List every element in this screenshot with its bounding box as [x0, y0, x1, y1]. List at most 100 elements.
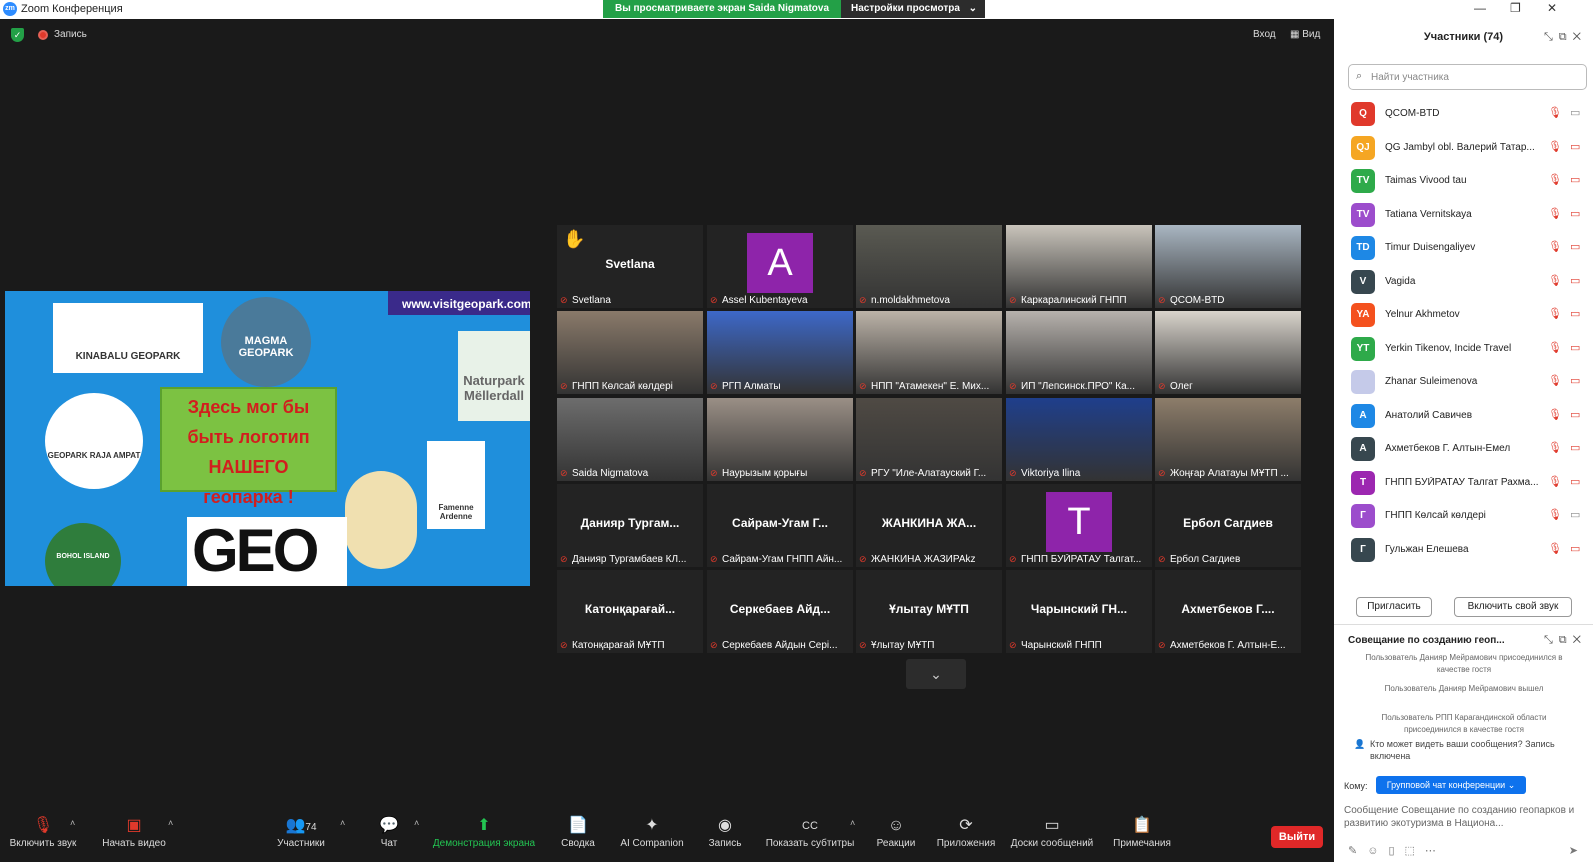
pop-out-icon[interactable]: ⧉: [1559, 634, 1573, 646]
video-off-icon[interactable]: ▭: [1570, 475, 1580, 488]
mic-muted-icon[interactable]: 🎙: [1548, 508, 1562, 521]
video-tile[interactable]: ⊘ QCOM-BTD: [1155, 225, 1301, 308]
participant-row[interactable]: Q QCOM-BTD 🎙 ▭: [1334, 97, 1593, 131]
video-tile[interactable]: ⊘ НПП "Атамекен" Е. Мих...: [856, 311, 1002, 394]
restore-button[interactable]: ❐: [1510, 1, 1521, 15]
close-icon[interactable]: ✕: [1573, 634, 1587, 646]
participant-row[interactable]: Т ГНПП БУЙРАТАУ Талгат Рахма... 🎙 ▭: [1334, 466, 1593, 500]
participant-row[interactable]: TV Tatiana Vernitskaya 🎙 ▭: [1334, 198, 1593, 232]
view-button[interactable]: ▦ Вид: [1290, 29, 1320, 40]
mic-muted-icon[interactable]: 🎙: [1548, 173, 1562, 186]
video-tile[interactable]: Чарынский ГН... ⊘ Чарынский ГНПП: [1006, 570, 1152, 653]
leave-button[interactable]: Выйти: [1271, 826, 1323, 848]
participant-row[interactable]: TD Timur Duisengaliyev 🎙 ▭: [1334, 231, 1593, 265]
participant-row[interactable]: QJ QG Jambyl obl. Валерий Татар... 🎙 ▭: [1334, 131, 1593, 165]
video-tile[interactable]: Ербол Сагдиев ⊘ Ербол Сагдиев: [1155, 484, 1301, 567]
participant-row[interactable]: А Ахметбеков Г. Алтын-Емел 🎙 ▭: [1334, 432, 1593, 466]
video-tile[interactable]: Сайрам-Угам Г... ⊘ Сайрам-Угам ГНПП Айн...: [707, 484, 853, 567]
audio-options-caret-icon[interactable]: ˄: [70, 818, 75, 828]
video-tile[interactable]: ⊘ ГНПП Көлсай көлдері: [557, 311, 703, 394]
participant-row[interactable]: V Vagida 🎙 ▭: [1334, 265, 1593, 299]
unmute-self-button[interactable]: Включить свой звук: [1454, 597, 1572, 617]
video-off-icon[interactable]: ▭: [1570, 173, 1580, 186]
whiteboards-button[interactable]: ▭ Доски сообщений: [1008, 810, 1096, 862]
mic-muted-icon[interactable]: 🎙: [1548, 475, 1562, 488]
send-icon[interactable]: ➤: [1569, 844, 1588, 857]
apps-button[interactable]: ⟳ Приложения: [934, 810, 998, 862]
minimize-button[interactable]: —: [1474, 1, 1486, 15]
participant-row[interactable]: А Анатолий Савичев 🎙 ▭: [1334, 399, 1593, 433]
ai-companion-button[interactable]: ✦ AI Companion: [616, 810, 688, 862]
video-camera-icon[interactable]: ▭: [1570, 508, 1580, 521]
video-tile[interactable]: ⊘ n.moldakhmetova: [856, 225, 1002, 308]
chat-visibility-notice[interactable]: 👤 Кто может видеть ваши сообщения? Запис…: [1354, 738, 1579, 762]
captions-caret-icon[interactable]: ˄: [850, 818, 855, 828]
security-shield-icon[interactable]: ✓: [11, 28, 24, 42]
mic-muted-icon[interactable]: 🎙: [1548, 374, 1562, 387]
view-settings-button[interactable]: Настройки просмотра ⌄: [841, 0, 985, 18]
login-button[interactable]: Вход: [1253, 29, 1276, 40]
mic-muted-icon[interactable]: 🎙: [1548, 106, 1562, 119]
collapse-icon[interactable]: ⤡: [1544, 634, 1559, 646]
video-tile[interactable]: ⊘ Жоңғар Алатауы МҰТП ...: [1155, 398, 1301, 481]
format-icon[interactable]: ✎: [1348, 845, 1367, 857]
screenshot-icon[interactable]: ⬚: [1405, 845, 1425, 857]
mic-muted-icon[interactable]: 🎙: [1548, 240, 1562, 253]
video-off-icon[interactable]: ▭: [1570, 542, 1580, 555]
participant-search-input[interactable]: ⌕ Найти участника: [1348, 64, 1587, 90]
participants-caret-icon[interactable]: ˄: [340, 818, 345, 828]
mic-muted-icon[interactable]: 🎙: [1548, 408, 1562, 421]
video-tile[interactable]: Катонқарағай... ⊘ Катонқарағай МҰТП: [557, 570, 703, 653]
video-tile[interactable]: Серкебаев Айд... ⊘ Серкебаев Айдын Серi...: [707, 570, 853, 653]
close-icon[interactable]: ✕: [1573, 31, 1587, 43]
chat-recipient-select[interactable]: Групповой чат конференции ⌄: [1376, 776, 1526, 794]
participant-row[interactable]: TV Taimas Vivood tau 🎙 ▭: [1334, 164, 1593, 198]
chat-button[interactable]: 💬 Чат: [374, 810, 404, 862]
participant-row[interactable]: YA Yelnur Akhmetov 🎙 ▭: [1334, 298, 1593, 332]
video-tile[interactable]: ⊘ Олег: [1155, 311, 1301, 394]
participant-row[interactable]: YT Yerkin Tikenov, Incide Travel 🎙 ▭: [1334, 332, 1593, 366]
video-tile[interactable]: ⊘ Saida Nigmatova: [557, 398, 703, 481]
reactions-button[interactable]: ☺ Реакции: [872, 810, 920, 862]
participant-row[interactable]: Г ГНПП Көлсай көлдері 🎙 ▭: [1334, 499, 1593, 533]
video-tile[interactable]: ЖАНКИНА ЖА... ⊘ ЖАНКИНА ЖАЗИРАkz: [856, 484, 1002, 567]
mic-muted-icon[interactable]: 🎙: [1548, 341, 1562, 354]
video-off-icon[interactable]: ▭: [1570, 441, 1580, 454]
mic-muted-icon[interactable]: 🎙: [1548, 542, 1562, 555]
video-off-icon[interactable]: ▭: [1570, 374, 1580, 387]
participant-row[interactable]: Zhanar Suleimenova 🎙 ▭: [1334, 365, 1593, 399]
video-camera-icon[interactable]: ▭: [1570, 106, 1580, 119]
participant-row[interactable]: Г Гульжан Елешева 🎙 ▭: [1334, 533, 1593, 567]
video-tile[interactable]: T ⊘ ГНПП БУЙРАТАУ Талгат...: [1006, 484, 1152, 567]
summary-button[interactable]: 📄 Сводка: [556, 810, 600, 862]
shared-screen[interactable]: www.visitgeopark.com KINABALU GEOPARK MA…: [5, 291, 530, 586]
collapse-icon[interactable]: ⤡: [1544, 31, 1559, 43]
record-button[interactable]: ◉ Запись: [704, 810, 746, 862]
video-tile[interactable]: Данияр Тургам... ⊘ Данияр Тургамбаев КЛ...: [557, 484, 703, 567]
pop-out-icon[interactable]: ⧉: [1559, 31, 1573, 43]
scroll-down-button[interactable]: ⌄: [906, 659, 966, 689]
captions-button[interactable]: CC Показать субтитры: [762, 810, 858, 862]
file-icon[interactable]: ▯: [1388, 845, 1404, 857]
more-icon[interactable]: ⋯: [1425, 845, 1446, 857]
video-options-caret-icon[interactable]: ˄: [168, 818, 173, 828]
mic-muted-icon[interactable]: 🎙: [1548, 307, 1562, 320]
video-off-icon[interactable]: ▭: [1570, 307, 1580, 320]
emoji-icon[interactable]: ☺: [1367, 845, 1388, 857]
video-tile[interactable]: Ұлытау МҰТП ⊘ Ұлытау МҰТП: [856, 570, 1002, 653]
mic-muted-icon[interactable]: 🎙: [1548, 441, 1562, 454]
unmute-button[interactable]: 🎙 Включить звук: [6, 810, 80, 862]
video-off-icon[interactable]: ▭: [1570, 341, 1580, 354]
invite-button[interactable]: Пригласить: [1356, 597, 1432, 617]
close-button[interactable]: ✕: [1547, 1, 1557, 15]
chat-caret-icon[interactable]: ˄: [414, 818, 419, 828]
video-tile[interactable]: ⊘ Наурызым қорығы: [707, 398, 853, 481]
recording-label[interactable]: Запись: [54, 29, 87, 40]
video-off-icon[interactable]: ▭: [1570, 207, 1580, 220]
video-off-icon[interactable]: ▭: [1570, 408, 1580, 421]
mic-muted-icon[interactable]: 🎙: [1548, 140, 1562, 153]
video-tile[interactable]: Ахметбеков Г.... ⊘ Ахметбеков Г. Алтын-Е..…: [1155, 570, 1301, 653]
video-off-icon[interactable]: ▭: [1570, 140, 1580, 153]
share-screen-button[interactable]: ⬆ Демонстрация экрана: [430, 810, 538, 862]
mic-muted-icon[interactable]: 🎙: [1548, 207, 1562, 220]
